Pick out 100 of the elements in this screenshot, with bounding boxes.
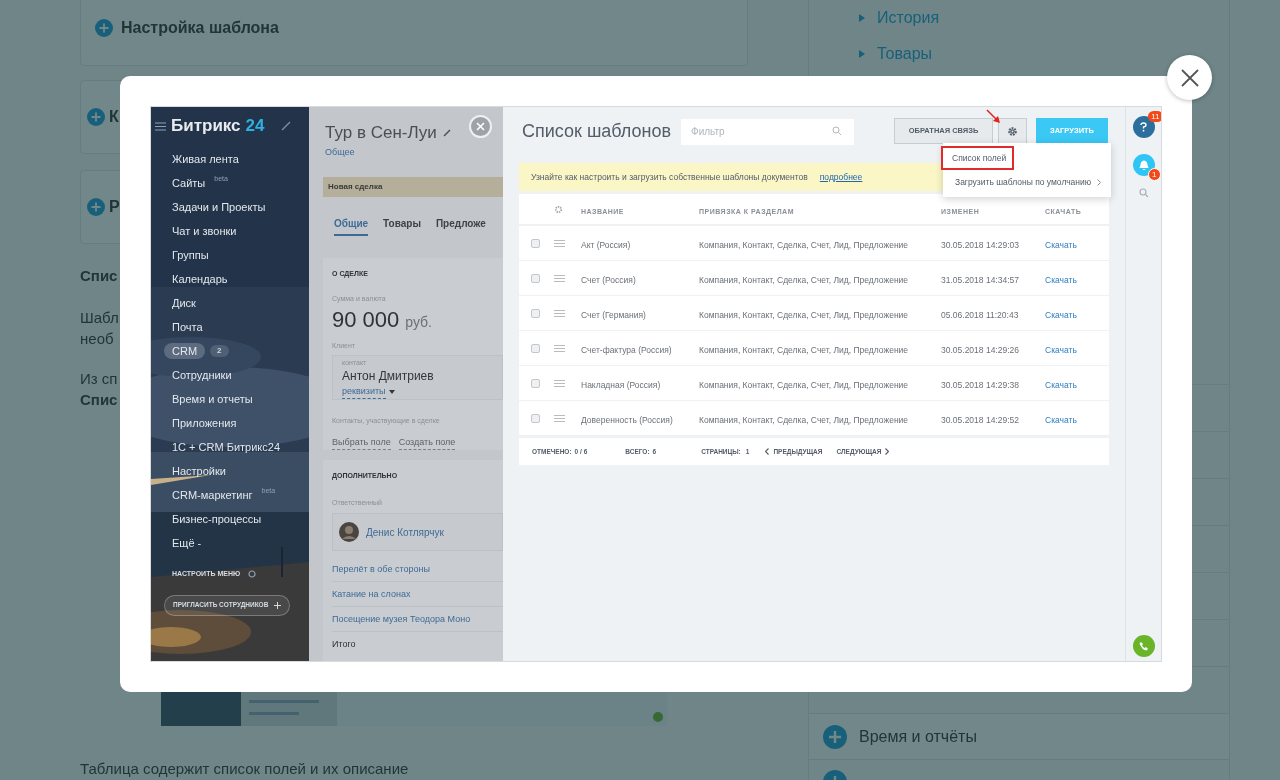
table-cell: Компания, Контакт, Сделка, Счет, Лид, Предложение xyxy=(699,275,909,285)
nav-item[interactable]: Сотрудники xyxy=(164,367,240,383)
row-checkbox[interactable] xyxy=(531,273,540,283)
category-link[interactable]: Общее xyxy=(309,145,503,159)
search-icon xyxy=(832,126,843,136)
page-title: Список шаблонов xyxy=(522,119,672,143)
row-checkbox[interactable] xyxy=(531,378,540,388)
table-cell: 05.06.2018 11:20:43 xyxy=(941,310,1019,320)
paragraph: Таблица содержит список полей и их описание xyxy=(80,758,410,779)
plus-icon xyxy=(823,724,847,749)
table-cell: Счет-фактура (Россия) xyxy=(581,345,672,355)
call-button[interactable] xyxy=(1132,635,1155,657)
menu-item[interactable]: Загрузить шаблоны по умолчанию xyxy=(943,170,1111,194)
download-link[interactable]: Скачать xyxy=(1045,275,1077,285)
triangle-bullet-icon xyxy=(859,14,865,22)
filter-field[interactable]: Фильтр xyxy=(681,118,855,145)
drag-handle-icon[interactable] xyxy=(554,274,565,282)
notification-badge: 1 xyxy=(1148,168,1161,181)
phone-icon xyxy=(1138,641,1149,651)
row-checkbox[interactable] xyxy=(531,308,540,318)
table-cell: Компания, Контакт, Сделка, Счет, Лид, Предложение xyxy=(699,380,909,390)
close-button[interactable] xyxy=(469,115,492,138)
nav-item[interactable]: Диск xyxy=(164,295,204,311)
search-icon[interactable] xyxy=(1138,188,1149,198)
gear-icon[interactable] xyxy=(248,570,257,579)
table-cell: 31.05.2018 14:34:57 xyxy=(941,275,1019,285)
close-button[interactable] xyxy=(1167,55,1212,100)
download-link[interactable]: Скачать xyxy=(1045,380,1077,390)
drag-handle-icon[interactable] xyxy=(554,414,565,422)
caret-icon[interactable] xyxy=(388,389,395,394)
nav-item[interactable]: Календарь xyxy=(164,271,236,287)
nav-item[interactable]: Приложения xyxy=(164,415,245,431)
nav-item[interactable]: Задачи и Проекты xyxy=(164,199,274,215)
notifications-button[interactable] xyxy=(1132,154,1155,176)
close-icon xyxy=(476,122,485,131)
more-link[interactable]: подробнее xyxy=(819,170,863,184)
table-cell: 30.05.2018 14:29:52 xyxy=(941,415,1019,425)
nav-item[interactable]: CRM-маркетинг xyxy=(164,487,261,503)
tab[interactable]: Общие xyxy=(334,216,369,236)
currency-value: руб. xyxy=(405,313,432,332)
download-link[interactable]: Скачать xyxy=(1045,415,1077,425)
contact-name: Антон Дмитриев xyxy=(342,367,435,385)
field-action-link[interactable]: Создать поле xyxy=(398,435,456,450)
nav-item[interactable]: Ещё - xyxy=(164,535,210,551)
pointer-arrow-icon xyxy=(986,109,1002,125)
total-label: Итого xyxy=(332,638,357,651)
amount-value: 90 000 xyxy=(332,306,400,334)
avatar-icon xyxy=(339,522,359,542)
nav-item[interactable]: Бизнес-процессы xyxy=(164,511,270,527)
nav-item[interactable]: Настройки xyxy=(164,463,234,479)
tab[interactable]: Товары xyxy=(383,216,421,236)
section-title: Р xyxy=(109,196,120,217)
plus-icon xyxy=(274,601,281,609)
drag-handle-icon[interactable] xyxy=(554,239,565,247)
nav-item[interactable]: Живая лента xyxy=(164,151,247,167)
table-cell: Счет (Германия) xyxy=(581,310,646,320)
download-link[interactable]: Скачать xyxy=(1045,310,1077,320)
text-fragment: Из сп xyxy=(80,368,118,389)
field-action-link[interactable]: Выбрать поле xyxy=(332,435,391,450)
row-checkbox[interactable] xyxy=(531,413,540,423)
nav-item[interactable]: 1С + CRM Битрикс24 xyxy=(164,439,289,455)
nav-item[interactable]: Группы xyxy=(164,247,217,263)
table-cell: 30.05.2018 14:29:03 xyxy=(941,240,1019,250)
section-title: Настройка шаблона xyxy=(121,17,279,38)
nav-item[interactable]: Чат и звонки xyxy=(164,223,245,239)
notification-badge: 11 xyxy=(1148,111,1161,122)
chevron-left-icon xyxy=(765,448,770,455)
stage-label: Новая сделка xyxy=(328,181,383,193)
table-cell: Компания, Контакт, Сделка, Счет, Лид, Предложение xyxy=(699,240,909,250)
logo-number: 24 xyxy=(245,115,265,138)
download-link[interactable]: Скачать xyxy=(1045,240,1077,250)
stage-bar[interactable]: Новая сделка xyxy=(323,177,503,197)
gear-icon[interactable] xyxy=(554,204,563,214)
table-cell: 30.05.2018 14:29:38 xyxy=(941,380,1019,390)
nav-item[interactable]: Время и отчеты xyxy=(164,391,261,407)
row-checkbox[interactable] xyxy=(531,238,540,248)
counter-badge: 2 xyxy=(210,345,229,357)
text-fragment: Шабл xyxy=(80,307,119,328)
responsible-name[interactable]: Денис Котлярчук xyxy=(366,524,444,540)
text-fragment: необ xyxy=(80,328,114,349)
download-link[interactable]: Скачать xyxy=(1045,345,1077,355)
settings-button[interactable] xyxy=(998,118,1027,144)
text-fragment: Спис xyxy=(80,389,118,410)
row-checkbox[interactable] xyxy=(531,343,540,353)
pencil-icon[interactable] xyxy=(281,121,291,131)
tab[interactable]: Предложе xyxy=(435,216,486,236)
drag-handle-icon[interactable] xyxy=(554,379,565,387)
drag-handle-icon[interactable] xyxy=(554,344,565,352)
table-cell: Счет (Россия) xyxy=(581,275,636,285)
plus-icon xyxy=(87,197,105,216)
menu-icon[interactable] xyxy=(155,121,166,131)
pencil-icon[interactable] xyxy=(442,128,451,137)
text-fragment: Спис xyxy=(80,265,118,286)
nav-item[interactable]: CRM xyxy=(164,343,206,359)
requisites-link[interactable]: реквизиты xyxy=(342,384,386,399)
nav-item[interactable]: Сайты xyxy=(164,175,214,191)
plus-icon xyxy=(95,18,113,37)
menu-item[interactable]: Список полей xyxy=(941,146,1014,170)
nav-item[interactable]: Почта xyxy=(164,319,211,335)
drag-handle-icon[interactable] xyxy=(554,309,565,317)
